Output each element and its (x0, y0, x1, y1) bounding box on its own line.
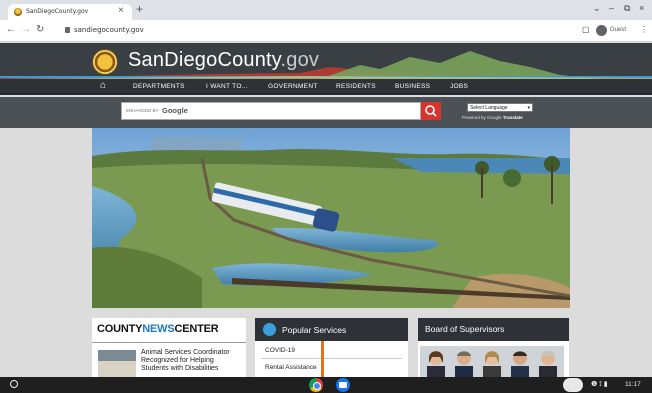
os-shelf: ❶ ⟟ ▮ 11:17 (0, 377, 652, 393)
search-google-label: Google (162, 106, 188, 115)
tab-search-icon[interactable]: ⌄ (593, 3, 601, 14)
news-headline-link[interactable]: Animal Services Coordinator Recognized f… (141, 349, 243, 373)
site-logo[interactable]: SanDiegoCounty.gov (128, 49, 319, 72)
site-header: SanDiegoCounty.gov (0, 43, 652, 79)
logo-main-text: SanDiegoCounty (128, 49, 281, 71)
nav-government[interactable]: GOVERNMENT (268, 83, 318, 90)
news-center-panel: COUNTYNEWSCENTER Animal Services Coordin… (92, 318, 246, 377)
page-viewport: SanDiegoCounty.gov ⌂ DEPARTMENTS I WANT … (0, 43, 652, 377)
board-header: Board of Supervisors (418, 318, 569, 341)
launcher-icon[interactable] (10, 380, 18, 388)
site-favicon-icon (14, 8, 22, 16)
tab-title: SanDiegoCounty.gov (26, 8, 89, 15)
hero-image[interactable] (92, 128, 570, 308)
back-arrow-icon[interactable]: ← (6, 24, 16, 35)
language-select[interactable]: Select Language ▾ (467, 103, 533, 112)
browser-tab[interactable]: SanDiegoCounty.gov × (8, 4, 132, 20)
popular-item-rental-assistance[interactable]: Rental Assistance (265, 364, 317, 371)
nav-residents[interactable]: RESIDENTS (336, 83, 376, 90)
restore-button[interactable]: ⧉ (624, 3, 630, 14)
chrome-app-icon[interactable] (309, 378, 323, 392)
divider (92, 342, 246, 343)
popular-services-panel: Popular Services COVID-19 Rental Assista… (255, 318, 408, 377)
translate-powered-by: Powered by (462, 115, 486, 120)
nav-i-want-to[interactable]: I WANT TO... (206, 83, 248, 90)
hero-photo-illustration (92, 128, 570, 308)
translate-google-word: Google (487, 115, 502, 120)
news-title-part-news: NEWS (142, 323, 175, 335)
tab-overview-icon[interactable]: ▢ (582, 25, 590, 34)
screen: SanDiegoCounty.gov × + ⌄ – ⧉ × ← → ↻ san… (0, 0, 652, 393)
main-navigation: ⌂ DEPARTMENTS I WANT TO... GOVERNMENT RE… (0, 79, 652, 95)
nav-departments[interactable]: DEPARTMENTS (133, 83, 185, 90)
translate-attribution[interactable]: Powered by Google Translate (462, 115, 523, 120)
board-of-supervisors-panel: Board of Supervisors (418, 318, 569, 377)
lock-icon[interactable] (65, 27, 70, 33)
news-thumbnail[interactable] (98, 350, 136, 377)
translate-word: Translate (502, 115, 523, 120)
tray-account-icon[interactable] (563, 378, 583, 392)
nav-business[interactable]: BUSINESS (395, 83, 430, 90)
tab-close-icon[interactable]: × (118, 5, 124, 16)
home-icon[interactable]: ⌂ (100, 80, 106, 91)
language-selected-value: Select Language (470, 105, 508, 111)
news-title-part-county: COUNTY (97, 323, 143, 335)
forward-arrow-icon[interactable]: → (21, 24, 31, 35)
divider (261, 358, 402, 359)
browser-toolbar: ← → ↻ sandiegocounty.gov ▢ Guest ⋮ (0, 20, 652, 42)
files-app-icon[interactable] (336, 378, 350, 392)
supervisor-portrait[interactable] (454, 349, 474, 377)
profile-avatar-icon[interactable] (596, 25, 607, 36)
logo-suffix-text: .gov (280, 49, 320, 71)
supervisor-portrait[interactable] (426, 349, 446, 377)
chevron-down-icon: ▾ (527, 105, 530, 111)
browser-menu-icon[interactable]: ⋮ (640, 25, 648, 34)
county-seal-icon[interactable] (92, 49, 118, 75)
minimize-button[interactable]: – (609, 3, 614, 13)
search-powered-label: ENHANCED BY (126, 108, 159, 113)
status-area-icons[interactable]: ❶ ⟟ ▮ (591, 380, 608, 389)
guest-label[interactable]: Guest (610, 27, 626, 33)
new-tab-button[interactable]: + (136, 3, 143, 15)
star-badge-icon (263, 323, 276, 336)
supervisors-photo-strip[interactable] (420, 346, 564, 377)
supervisor-portrait[interactable] (510, 349, 530, 377)
browser-tab-strip: SanDiegoCounty.gov × + ⌄ – ⧉ × (0, 0, 652, 20)
news-center-title[interactable]: COUNTYNEWSCENTER (97, 323, 219, 335)
cursor-indicator (321, 341, 324, 377)
reload-icon[interactable]: ↻ (36, 24, 44, 35)
search-button[interactable] (421, 102, 441, 120)
search-region: ENHANCED BY Google Select Language ▾ Pow… (0, 97, 652, 128)
supervisor-portrait[interactable] (538, 349, 558, 377)
search-icon (425, 105, 437, 117)
news-title-part-center: CENTER (174, 323, 219, 335)
popular-services-header: Popular Services (255, 318, 408, 341)
close-window-button[interactable]: × (639, 3, 644, 13)
clock[interactable]: 11:17 (625, 381, 641, 388)
site-search-input[interactable]: ENHANCED BY Google (121, 102, 421, 120)
supervisor-portrait[interactable] (482, 349, 502, 377)
address-bar[interactable]: sandiegocounty.gov (74, 26, 144, 34)
popular-item-covid19[interactable]: COVID-19 (265, 347, 295, 354)
board-title: Board of Supervisors (425, 324, 505, 334)
nav-jobs[interactable]: JOBS (450, 83, 468, 90)
popular-services-title: Popular Services (282, 325, 347, 335)
